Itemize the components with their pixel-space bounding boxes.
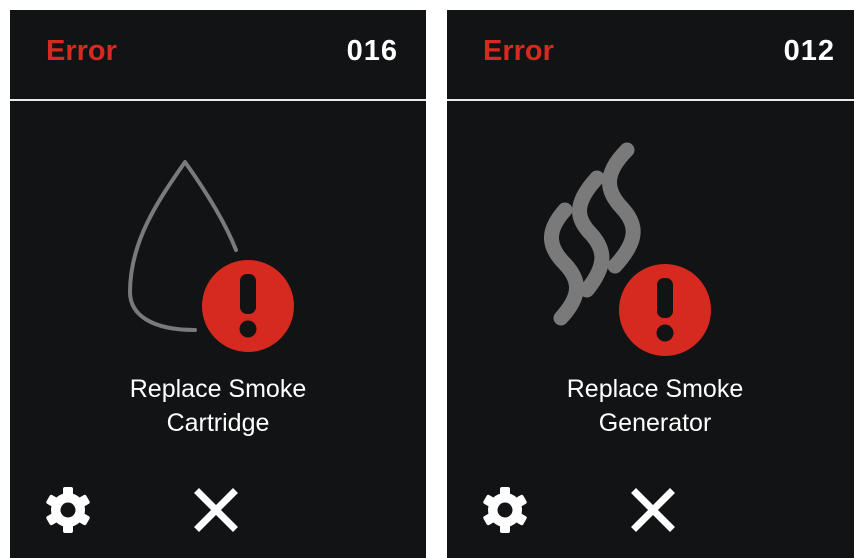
close-icon (631, 488, 675, 532)
error-code: 016 (346, 35, 398, 67)
error-message: Replace Smoke Cartridge (10, 372, 426, 440)
close-icon (194, 488, 238, 532)
close-button[interactable] (627, 484, 679, 536)
message-line-1: Replace Smoke (129, 375, 307, 403)
exclamation-icon (619, 264, 711, 356)
header-bar: Error 012 (447, 10, 854, 101)
settings-button[interactable] (42, 484, 94, 536)
error-screen-generator: Error 012 Replace Smoke Generator (447, 10, 854, 558)
close-button[interactable] (190, 484, 242, 536)
error-message: Replace Smoke Generator (447, 372, 854, 440)
message-line-1: Replace Smoke (566, 375, 744, 403)
error-title: Error (483, 35, 554, 67)
error-title: Error (46, 35, 117, 67)
header-bar: Error 016 (10, 10, 426, 101)
error-screen-cartridge: Error 016 Replace Smoke Cartridge (10, 10, 426, 558)
message-line-2: Cartridge (166, 409, 270, 437)
exclamation-icon (202, 260, 294, 352)
message-line-2: Generator (598, 409, 712, 437)
smoke-drop-icon (127, 160, 238, 332)
smoke-waves-icon (544, 142, 641, 326)
gear-icon (46, 487, 90, 533)
error-code: 012 (783, 35, 835, 67)
settings-button[interactable] (479, 484, 531, 536)
gear-icon (483, 487, 527, 533)
